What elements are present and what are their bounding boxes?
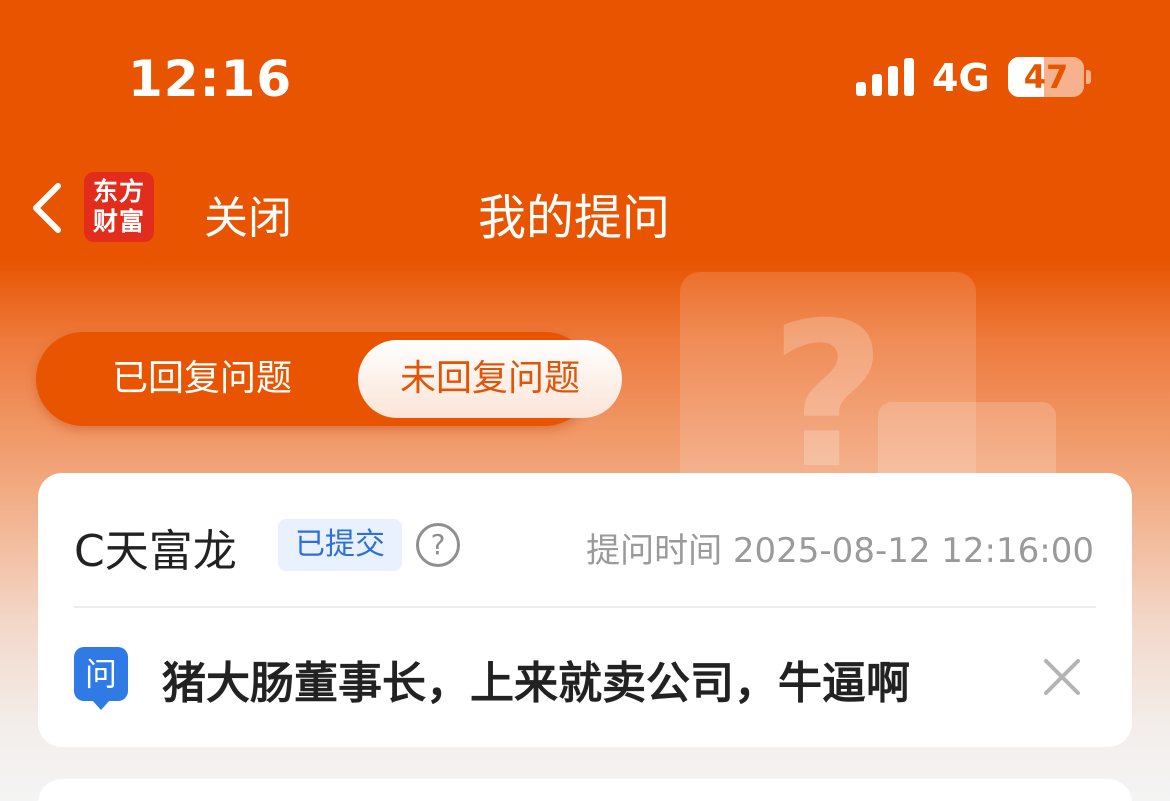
tab-unreplied[interactable]: 未回复问题 [358,340,622,418]
ask-time: 提问时间 2025-08-12 12:16:00 [586,531,1094,571]
stock-name[interactable]: C天富龙 [74,515,237,579]
status-time: 12:16 [128,50,293,108]
help-icon[interactable]: ? [416,523,460,567]
status-badge: 已提交 [278,519,402,571]
network-type: 4G [932,56,990,100]
close-button[interactable]: 关闭 [204,182,292,246]
page-title: 我的提问 [478,190,671,246]
signal-icon [856,58,914,96]
battery-level: 47 [1023,58,1069,96]
close-icon [1044,659,1080,695]
battery-icon: 47 [1008,57,1084,97]
question-card-next[interactable] [38,779,1132,801]
divider [74,606,1096,608]
question-icon: 问 [74,647,128,710]
app-logo: 东方 财富 [84,172,154,242]
question-tabs: 已回复问题 未回复问题 [36,332,622,426]
question-card[interactable]: C天富龙 已提交 ? 提问时间 2025-08-12 12:16:00 问 猪大… [38,473,1132,747]
question-text: 猪大肠董事长，上来就卖公司，牛逼啊 [162,658,910,709]
tab-replied[interactable]: 已回复问题 [72,332,332,426]
delete-button[interactable] [1042,657,1082,697]
back-button[interactable] [28,180,68,236]
chevron-left-icon [33,183,61,233]
logo-line-2: 财富 [92,207,145,236]
battery-tip [1086,70,1091,84]
logo-line-1: 东方 [92,177,145,206]
